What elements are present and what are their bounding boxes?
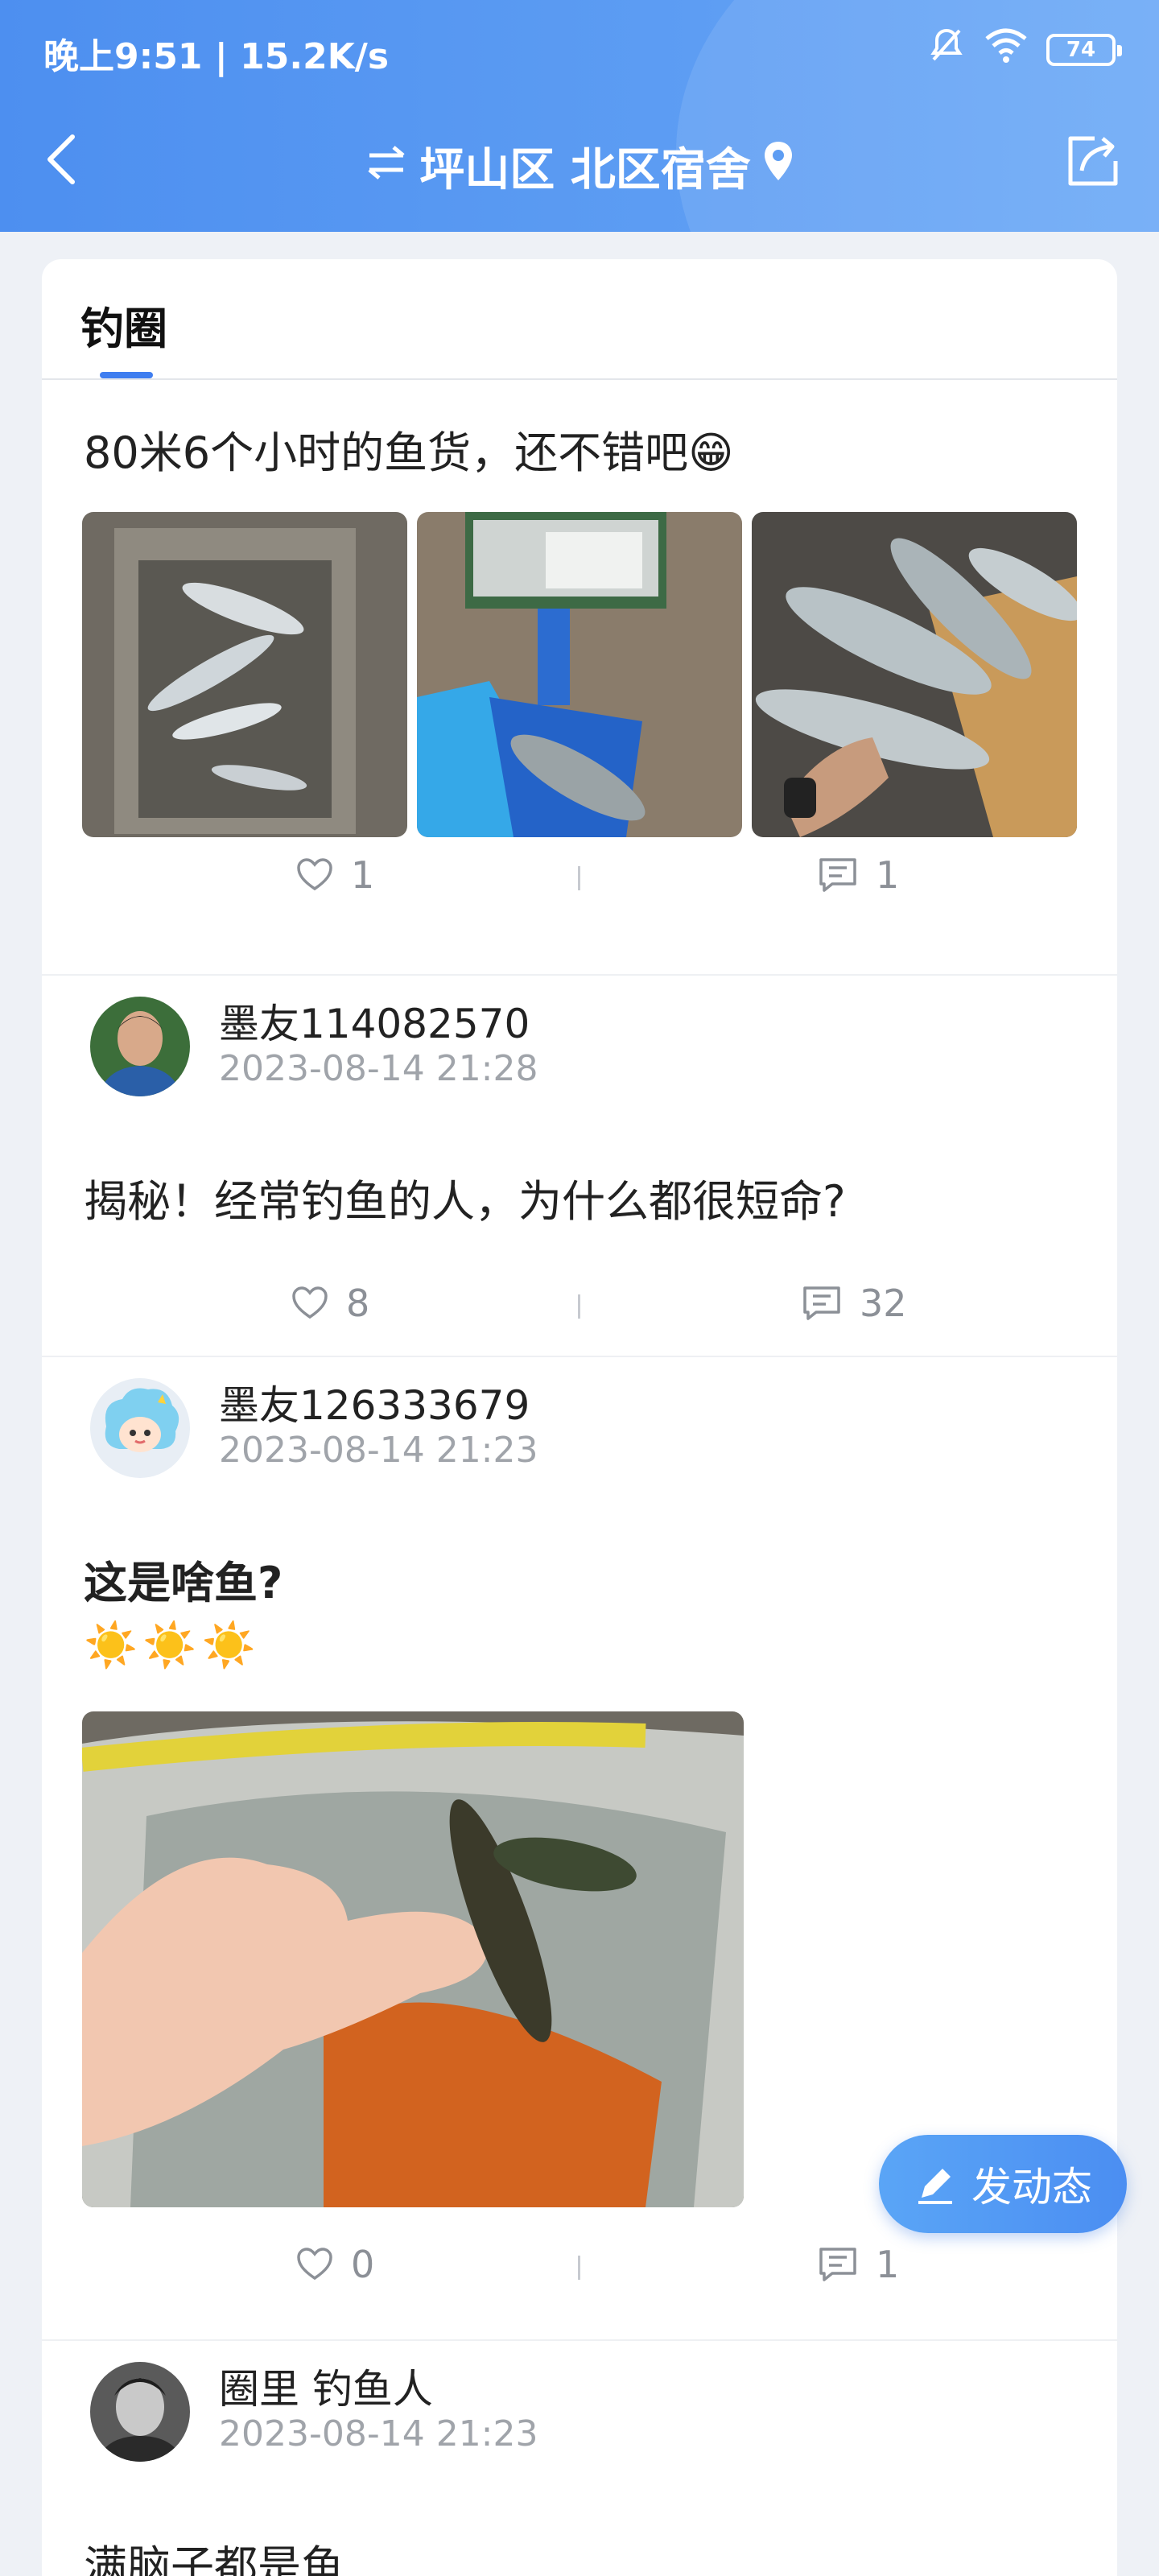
author-name[interactable]: 墨友114082570: [219, 992, 530, 1050]
status-bar: 晚上9:51 | 15.2K/s 74: [0, 0, 1159, 97]
post-status-label: 发动态: [971, 2164, 1092, 2211]
like-count: 1: [351, 853, 375, 897]
like-count: 0: [351, 2243, 375, 2286]
post-status-button[interactable]: 发动态: [879, 2135, 1127, 2233]
post-photo[interactable]: [417, 512, 742, 837]
location-switcher[interactable]: 坪山区 北区宿舍: [0, 134, 1159, 199]
comment-count: 1: [876, 2243, 900, 2286]
feed-post[interactable]: 圈里 钓鱼人 2023-08-14 21:23 满脑子都是鱼: [42, 2341, 1117, 2576]
comment-icon: [803, 1286, 840, 1320]
action-divider: [578, 1294, 580, 1319]
author-name[interactable]: 墨友126333679: [219, 1373, 530, 1431]
like-button[interactable]: 8: [291, 1282, 369, 1325]
post-author: 圈里 钓鱼人 2023-08-14 21:23: [42, 2341, 1117, 2462]
feed-post[interactable]: 墨友114082570 2023-08-14 21:28 揭秘！经常钓鱼的人，为…: [42, 976, 1117, 1357]
heart-icon: [292, 1286, 328, 1319]
like-button[interactable]: 0: [296, 2243, 374, 2286]
post-time: 2023-08-14 21:28: [219, 1048, 538, 1089]
tab-fishing-circle[interactable]: 钓圈: [80, 293, 167, 357]
status-time-speed: 晚上9:51 | 15.2K/s: [43, 36, 390, 77]
comment-count: 1: [876, 853, 900, 897]
post-actions: 0 1: [42, 2235, 1117, 2299]
feed-post[interactable]: 80米6个小时的鱼货，还不错吧😁 1 1: [42, 380, 1117, 976]
post-text: 揭秘！经常钓鱼的人，为什么都很短命?: [84, 1176, 846, 1227]
bell-mute-icon: [927, 26, 966, 73]
pencil-icon: [918, 2169, 952, 2204]
comment-count: 32: [860, 1282, 907, 1325]
post-photo[interactable]: [82, 1711, 744, 2207]
avatar[interactable]: [90, 2362, 190, 2462]
comment-icon: [819, 858, 856, 892]
post-text: 80米6个小时的鱼货，还不错吧😁: [84, 427, 734, 478]
author-name[interactable]: 圈里 钓鱼人: [219, 2357, 433, 2415]
like-count: 8: [346, 1282, 370, 1325]
post-photo[interactable]: [82, 512, 407, 837]
post-time: 2023-08-14 21:23: [219, 1430, 538, 1471]
post-emojis: ☀️☀️☀️: [84, 1620, 261, 1670]
location-pin-icon: [762, 140, 794, 193]
post-text: 这是啥鱼?: [84, 1558, 283, 1608]
battery-icon: 74: [1046, 33, 1122, 66]
action-divider: [578, 866, 580, 890]
share-button[interactable]: [1062, 130, 1124, 192]
status-icons: 74: [927, 26, 1122, 73]
comment-button[interactable]: 1: [818, 853, 899, 897]
like-button[interactable]: 1: [296, 853, 374, 897]
tab-active-indicator: [100, 372, 153, 378]
comment-icon: [819, 2248, 856, 2281]
app-header: 晚上9:51 | 15.2K/s 74 坪山区 北区宿舍: [0, 0, 1159, 232]
post-actions: 8 32: [42, 1274, 1117, 1338]
swap-icon: [365, 140, 408, 192]
post-text: 满脑子都是鱼: [84, 2541, 344, 2576]
comment-button[interactable]: 32: [802, 1282, 907, 1325]
tab-bar: 钓圈: [42, 259, 1117, 380]
avatar[interactable]: [90, 997, 190, 1096]
share-icon: [1068, 136, 1118, 186]
location-label: 坪山区 北区宿舍: [419, 144, 751, 196]
post-photo[interactable]: [752, 512, 1077, 837]
nav-bar: 坪山区 北区宿舍: [0, 113, 1159, 209]
post-author: 墨友114082570 2023-08-14 21:28: [42, 976, 1117, 1096]
heart-icon: [297, 2248, 332, 2281]
battery-level: 74: [1066, 37, 1096, 62]
action-divider: [578, 2256, 580, 2280]
comment-button[interactable]: 1: [818, 2243, 899, 2286]
heart-icon: [297, 858, 332, 891]
post-author: 墨友126333679 2023-08-14 21:23: [42, 1357, 1117, 1478]
avatar[interactable]: [90, 1378, 190, 1478]
wifi-icon: [984, 27, 1029, 72]
post-actions: 1 1: [42, 845, 1117, 910]
post-time: 2023-08-14 21:23: [219, 2413, 538, 2454]
